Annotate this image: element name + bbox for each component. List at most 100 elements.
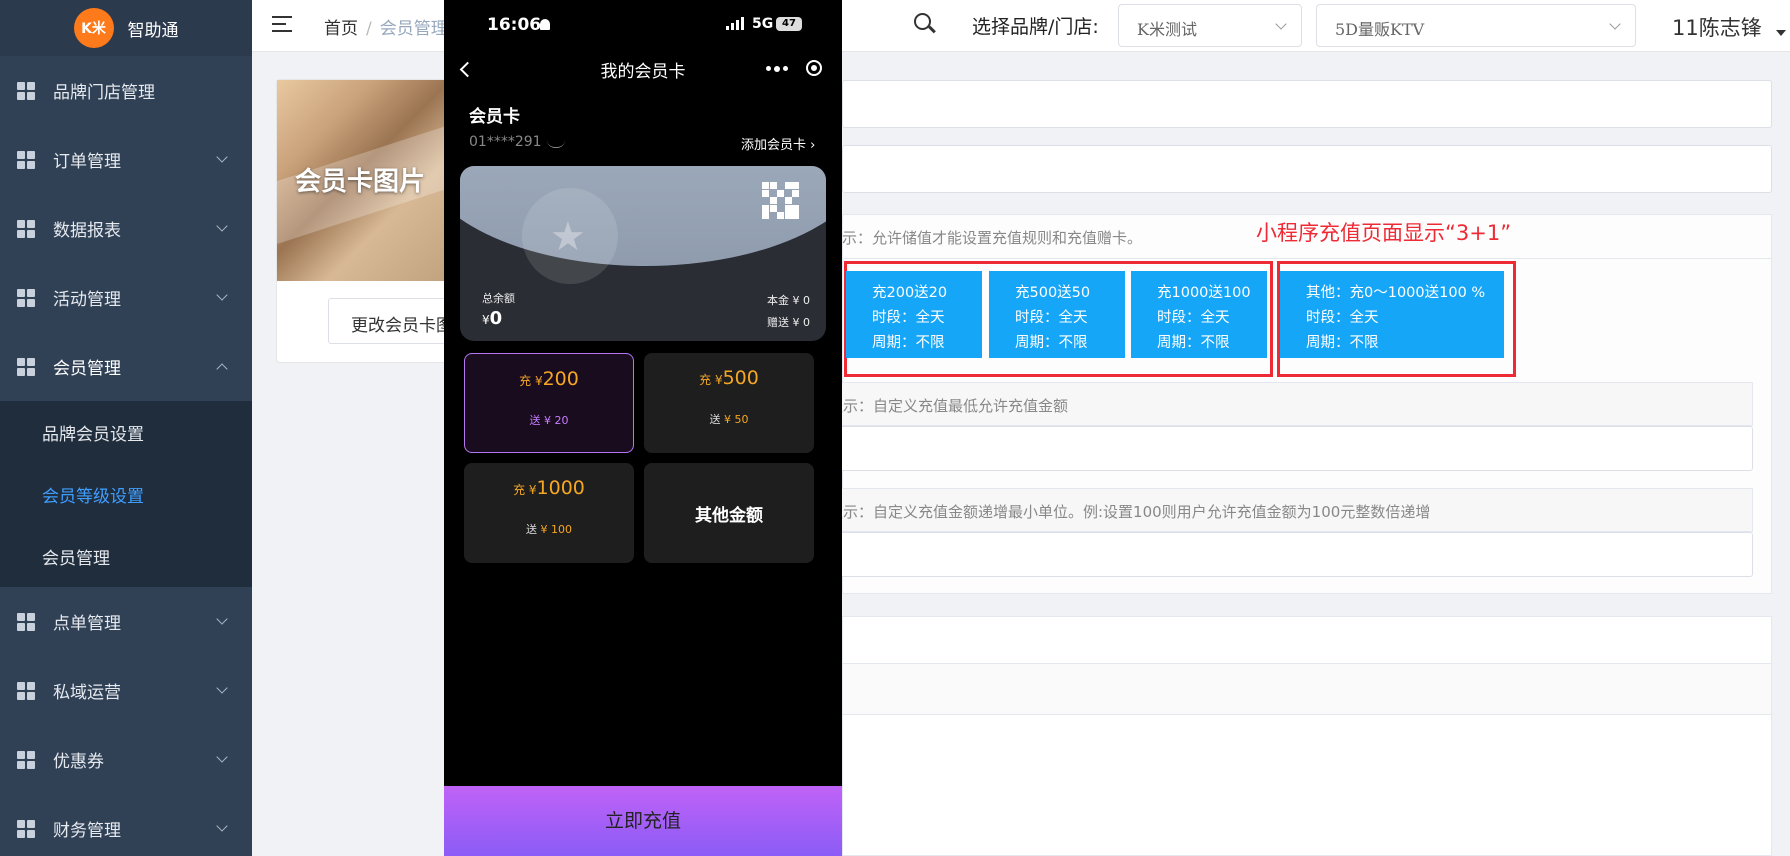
chevron-down-icon bbox=[216, 289, 228, 301]
sidebar-item-label: 活动管理 bbox=[53, 290, 121, 310]
sidebar-item-reports[interactable]: 数据报表 bbox=[0, 194, 252, 263]
option-amount: 充 ¥1000 bbox=[513, 477, 585, 499]
signal-icon bbox=[726, 17, 746, 30]
search-icon[interactable] bbox=[914, 13, 936, 35]
close-mini-program-icon[interactable] bbox=[806, 60, 822, 76]
member-card-image-panel: 会员卡图片 更改会员卡图片 bbox=[276, 79, 461, 363]
store-select[interactable]: 5D量贩KTV bbox=[1316, 4, 1636, 47]
recharge-option-1000[interactable]: 充 ¥1000 送 ¥ 100 bbox=[464, 463, 634, 563]
recharge-rule-card-custom[interactable]: 其他：充0～1000送100 % 时段：全天 周期：不限 bbox=[1280, 271, 1504, 358]
phone-screenshot: 16:06 5G 47 我的会员卡 会员卡 01****291 添加会员卡 › … bbox=[444, 0, 842, 856]
recharge-option-200[interactable]: 充 ¥200 送 ¥ 20 bbox=[464, 353, 634, 453]
min-amount-input[interactable] bbox=[828, 426, 1753, 471]
sidebar-item-ordering[interactable]: 点单管理 bbox=[0, 587, 252, 656]
chevron-down-icon bbox=[216, 220, 228, 232]
chevron-down-icon bbox=[216, 151, 228, 163]
chevron-down-icon bbox=[216, 682, 228, 694]
brand-logo: K米 bbox=[73, 8, 114, 48]
submenu-item-brand-member-settings[interactable]: 品牌会员设置 bbox=[0, 401, 252, 463]
app-root: K米 智助通 品牌门店管理 订单管理 数据报表 活动管理 会员管理 品牌会员设置… bbox=[0, 0, 1790, 856]
principal-balance: 本金 ¥ 0 bbox=[767, 294, 810, 307]
content-panel-row bbox=[842, 663, 1772, 715]
chevron-down-icon bbox=[216, 613, 228, 625]
sidebar-item-label: 订单管理 bbox=[53, 152, 121, 172]
sidebar-item-members[interactable]: 会员管理 bbox=[0, 332, 252, 401]
balance-label: 总余额 bbox=[482, 292, 515, 305]
submenu-item-member-level-settings[interactable]: 会员等级设置 bbox=[0, 463, 252, 525]
mini-program-nav-bar: 我的会员卡 bbox=[444, 50, 842, 86]
menu-toggle-icon[interactable] bbox=[272, 16, 294, 34]
sidebar-item-label: 品牌门店管理 bbox=[53, 83, 155, 103]
rule-cycle: 周期：不限 bbox=[1306, 335, 1379, 351]
sidebar-item-label: 优惠券 bbox=[53, 752, 104, 772]
recharge-option-other[interactable]: 其他金额 bbox=[644, 463, 814, 563]
grid-icon bbox=[17, 288, 35, 307]
option-amount: 充 ¥500 bbox=[699, 367, 759, 389]
rule-title: 充200送20 bbox=[872, 285, 948, 301]
battery-icon: 47 bbox=[776, 17, 802, 31]
balance-amount: 0 bbox=[489, 308, 503, 329]
annotation-note: 小程序充值页面显示“3+1” bbox=[1256, 221, 1512, 245]
member-card-image: 会员卡图片 bbox=[277, 80, 461, 281]
breadcrumb: 首页 / 会员管理 bbox=[324, 14, 448, 39]
rule-period: 时段：全天 bbox=[1306, 310, 1379, 326]
sidebar-item-coupons[interactable]: 优惠券 bbox=[0, 725, 252, 794]
chevron-down-icon bbox=[216, 751, 228, 763]
change-card-image-button[interactable]: 更改会员卡图片 bbox=[328, 298, 458, 344]
sidebar-item-orders[interactable]: 订单管理 bbox=[0, 125, 252, 194]
grid-icon bbox=[17, 750, 35, 769]
recharge-now-button[interactable]: 立即充值 bbox=[444, 786, 842, 856]
user-name[interactable]: 11陈志锋 bbox=[1672, 12, 1762, 42]
eye-closed-icon[interactable] bbox=[547, 140, 565, 148]
brand-select-value: K米测试 bbox=[1137, 20, 1197, 39]
sidebar-item-finance[interactable]: 财务管理 bbox=[0, 794, 252, 856]
qr-code-icon[interactable] bbox=[762, 182, 799, 219]
add-member-card-link[interactable]: 添加会员卡 › bbox=[741, 134, 815, 153]
network-type: 5G bbox=[752, 16, 774, 32]
recharge-rule-card[interactable]: 充500送50 时段：全天 周期：不限 bbox=[989, 271, 1125, 358]
sidebar-item-label: 点单管理 bbox=[53, 614, 121, 634]
form-input[interactable] bbox=[842, 80, 1772, 128]
submenu-item-member-management[interactable]: 会员管理 bbox=[0, 525, 252, 587]
chevron-down-icon bbox=[1609, 18, 1621, 30]
store-select-label: 选择品牌/门店: bbox=[972, 16, 1099, 38]
breadcrumb-current: 会员管理 bbox=[379, 19, 448, 39]
content-panel bbox=[842, 616, 1772, 856]
rule-cycle: 周期：不限 bbox=[1157, 335, 1230, 351]
grid-icon bbox=[17, 150, 35, 169]
chevron-down-icon bbox=[1275, 18, 1287, 30]
member-card[interactable]: ★ 总余额 ¥0 本金 ¥ 0 赠送 ¥ 0 bbox=[460, 166, 826, 341]
sidebar-item-private-domain[interactable]: 私域运营 bbox=[0, 656, 252, 725]
gift-balance: 赠送 ¥ 0 bbox=[767, 316, 810, 329]
breadcrumb-separator: / bbox=[366, 19, 372, 39]
grid-icon bbox=[17, 219, 35, 238]
caret-down-icon[interactable] bbox=[1776, 30, 1786, 36]
recharge-rule-card[interactable]: 充1000送100 时段：全天 周期：不限 bbox=[1131, 271, 1267, 358]
add-card-label: 添加会员卡 bbox=[741, 138, 807, 153]
status-time: 16:06 bbox=[487, 15, 542, 35]
option-bonus: 送 ¥ 20 bbox=[529, 414, 569, 427]
grid-icon bbox=[17, 357, 35, 376]
sidebar-item-label: 数据报表 bbox=[53, 221, 121, 241]
more-icon[interactable] bbox=[766, 65, 788, 72]
recharge-rule-card[interactable]: 充200送20 时段：全天 周期：不限 bbox=[846, 271, 982, 358]
form-input[interactable] bbox=[842, 145, 1772, 193]
recharge-option-500[interactable]: 充 ¥500 送 ¥ 50 bbox=[644, 353, 814, 453]
app-name: 智助通 bbox=[127, 20, 179, 41]
option-amount: 充 ¥200 bbox=[519, 368, 579, 390]
grid-icon bbox=[17, 612, 35, 631]
breadcrumb-home[interactable]: 首页 bbox=[324, 19, 358, 39]
grid-icon bbox=[17, 819, 35, 838]
grid-icon bbox=[17, 681, 35, 700]
rule-cycle: 周期：不限 bbox=[1015, 335, 1088, 351]
member-card-image-text: 会员卡图片 bbox=[295, 167, 426, 197]
bell-muted-icon bbox=[540, 19, 550, 30]
sidebar-item-brand-store[interactable]: 品牌门店管理 bbox=[0, 56, 252, 125]
chevron-down-icon bbox=[216, 820, 228, 832]
store-select-value: 5D量贩KTV bbox=[1335, 20, 1425, 39]
increment-input[interactable] bbox=[828, 532, 1753, 577]
brand-select[interactable]: K米测试 bbox=[1118, 4, 1302, 47]
star-badge-icon: ★ bbox=[522, 188, 618, 284]
sidebar-item-activities[interactable]: 活动管理 bbox=[0, 263, 252, 332]
store-value-tip: 示：允许储值才能设置充值规则和充值赠卡。 bbox=[842, 229, 1143, 247]
